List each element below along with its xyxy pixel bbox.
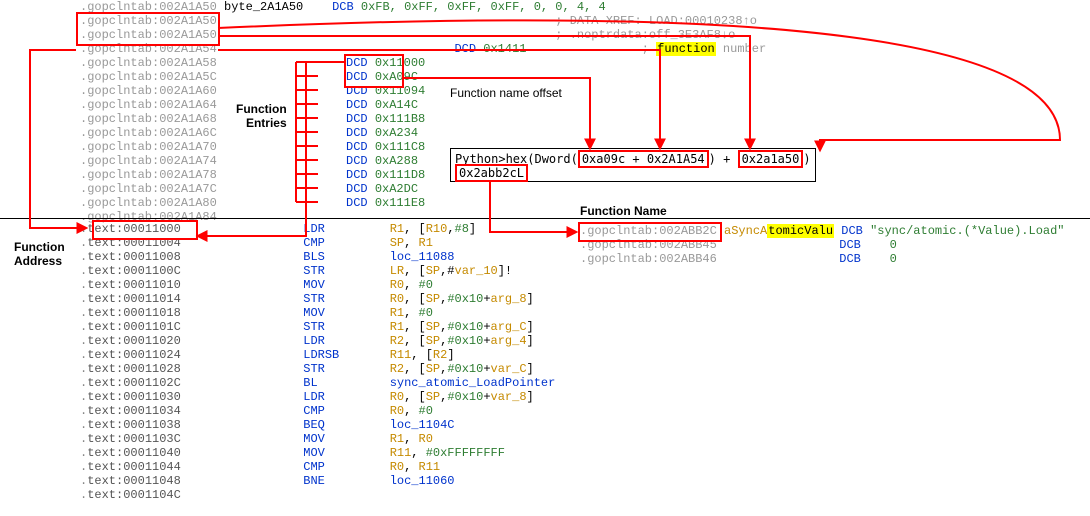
disasm-row: .text:00011030 LDR R0, [SP,#0x10+var_8] bbox=[80, 390, 555, 404]
disasm-row: .text:0001102C BL sync_atomic_LoadPointe… bbox=[80, 376, 555, 390]
opcode: DCD bbox=[346, 98, 368, 112]
label-function-address: Function Address bbox=[14, 240, 65, 268]
addr: .gopclntab:002A1A68 bbox=[80, 112, 217, 126]
opcode: DCD bbox=[346, 168, 368, 182]
highlight-box bbox=[92, 220, 198, 240]
addr: .gopclntab:002A1A60 bbox=[80, 84, 217, 98]
operand: 0x111B8 bbox=[375, 112, 425, 126]
disasm-row: .text:00011010 MOV R0, #0 bbox=[80, 278, 555, 292]
highlight-box bbox=[578, 222, 722, 242]
name-a: aSyncA bbox=[724, 224, 767, 238]
operands: 0xFB, 0xFF, 0xFF, 0xFF, 0, 0, 4, 4 bbox=[361, 0, 606, 14]
disasm-row: .text:0001103C MOV R1, R0 bbox=[80, 432, 555, 446]
opcode: DCD bbox=[454, 42, 476, 56]
operand: 0xA2DC bbox=[375, 182, 418, 196]
opcode: DCD bbox=[346, 126, 368, 140]
operand: 0x111E8 bbox=[375, 196, 425, 210]
opcode: DCD bbox=[346, 112, 368, 126]
disasm-row: .text:00011014 STR R0, [SP,#0x10+arg_8] bbox=[80, 292, 555, 306]
opcode: DCD bbox=[346, 182, 368, 196]
addr: .gopclntab:002A1A70 bbox=[80, 140, 217, 154]
operand: 0x111D8 bbox=[375, 168, 425, 182]
opcode: DCB bbox=[839, 252, 861, 266]
disasm-row: .text:00011044 CMP R0, R11 bbox=[80, 460, 555, 474]
comment-pre: ; bbox=[642, 42, 656, 56]
label-func-name: Function Name bbox=[580, 204, 667, 218]
addr: .gopclntab:002A1A74 bbox=[80, 154, 217, 168]
python-box: Python>hex(Dword(0xa09c + 0x2A1A54) + 0x… bbox=[450, 148, 816, 182]
label: byte_2A1A50 bbox=[224, 0, 303, 14]
comment-post: number bbox=[716, 42, 766, 56]
operand: 0xA14C bbox=[375, 98, 418, 112]
string: "sync/atomic.(*Value).Load" bbox=[870, 224, 1064, 238]
operand: 0x111C8 bbox=[375, 140, 425, 154]
addr: .gopclntab:002A1A5C bbox=[80, 70, 217, 84]
py-arg-sum: 0xa09c + 0x2A1A54 bbox=[578, 150, 709, 168]
disasm-row: .text:00011028 STR R2, [SP,#0x10+var_C] bbox=[80, 362, 555, 376]
disassembly: .text:00011000 LDR R1, [R10,#8].text:000… bbox=[80, 222, 555, 502]
opcode: DCD bbox=[346, 196, 368, 210]
comment: ; .noptrdata:off_3E3AF8↓o bbox=[555, 28, 735, 42]
comment-highlight: function bbox=[656, 42, 716, 56]
disasm-row: .text:00011018 MOV R1, #0 bbox=[80, 306, 555, 320]
highlight-box bbox=[76, 12, 220, 46]
name-b: tomicValu bbox=[767, 224, 834, 238]
py-arg-base: 0x2a1a50 bbox=[738, 150, 804, 168]
disasm-row: .text:0001101C STR R1, [SP,#0x10+arg_C] bbox=[80, 320, 555, 334]
disasm-row: .text:0001104C bbox=[80, 488, 555, 502]
addr: .gopclntab:002A1A80 bbox=[80, 196, 217, 210]
opcode: DCB bbox=[839, 238, 861, 252]
comment: ; DATA XREF: LOAD:00010238↑o bbox=[555, 14, 757, 28]
addr: .gopclntab:002A1A78 bbox=[80, 168, 217, 182]
addr: .gopclntab:002A1A58 bbox=[80, 56, 217, 70]
disasm-row: .text:00011008 BLS loc_11088 bbox=[80, 250, 555, 264]
py-mid: ) + bbox=[709, 152, 738, 166]
disasm-row: .text:0001100C STR LR, [SP,#var_10]! bbox=[80, 264, 555, 278]
label-function-entries: Function Entries bbox=[236, 102, 287, 130]
operand: 0xA288 bbox=[375, 154, 418, 168]
addr: .gopclntab:002A1A7C bbox=[80, 182, 217, 196]
label-func-name-offset: Function name offset bbox=[450, 86, 562, 100]
opcode: DCB bbox=[332, 0, 354, 14]
label-line: Address bbox=[14, 254, 65, 268]
label-line: Entries bbox=[236, 116, 287, 130]
addr: .gopclntab:002A1A6C bbox=[80, 126, 217, 140]
disasm-row: .text:00011024 LDRSB R11, [R2] bbox=[80, 348, 555, 362]
opcode: DCB bbox=[841, 224, 863, 238]
arg: 0 bbox=[890, 238, 897, 252]
disasm-row: .text:00011034 CMP R0, #0 bbox=[80, 404, 555, 418]
py-end: ) bbox=[803, 152, 810, 166]
opcode: DCD bbox=[346, 154, 368, 168]
entry-addresses: .gopclntab:002A1A58 .gopclntab:002A1A5C … bbox=[80, 56, 217, 224]
addr: .gopclntab:002A1A64 bbox=[80, 98, 217, 112]
addr: .gopclntab:002ABB46 bbox=[580, 252, 717, 266]
opcode: DCD bbox=[346, 140, 368, 154]
separator bbox=[0, 218, 1090, 219]
disasm-row: .text:00011040 MOV R11, #0xFFFFFFFF bbox=[80, 446, 555, 460]
highlight-box bbox=[344, 54, 404, 88]
disasm-row: .text:00011020 LDR R2, [SP,#0x10+arg_4] bbox=[80, 334, 555, 348]
arg: 0 bbox=[890, 252, 897, 266]
operand: 0x1411 bbox=[483, 42, 526, 56]
label-line: Function bbox=[236, 102, 287, 116]
disasm-row: .text:00011038 BEQ loc_1104C bbox=[80, 418, 555, 432]
disasm-row: .text:00011048 BNE loc_11060 bbox=[80, 474, 555, 488]
label-line: Function bbox=[14, 240, 65, 254]
py-result: 0x2abb2cL bbox=[455, 164, 528, 182]
operand: 0xA234 bbox=[375, 126, 418, 140]
